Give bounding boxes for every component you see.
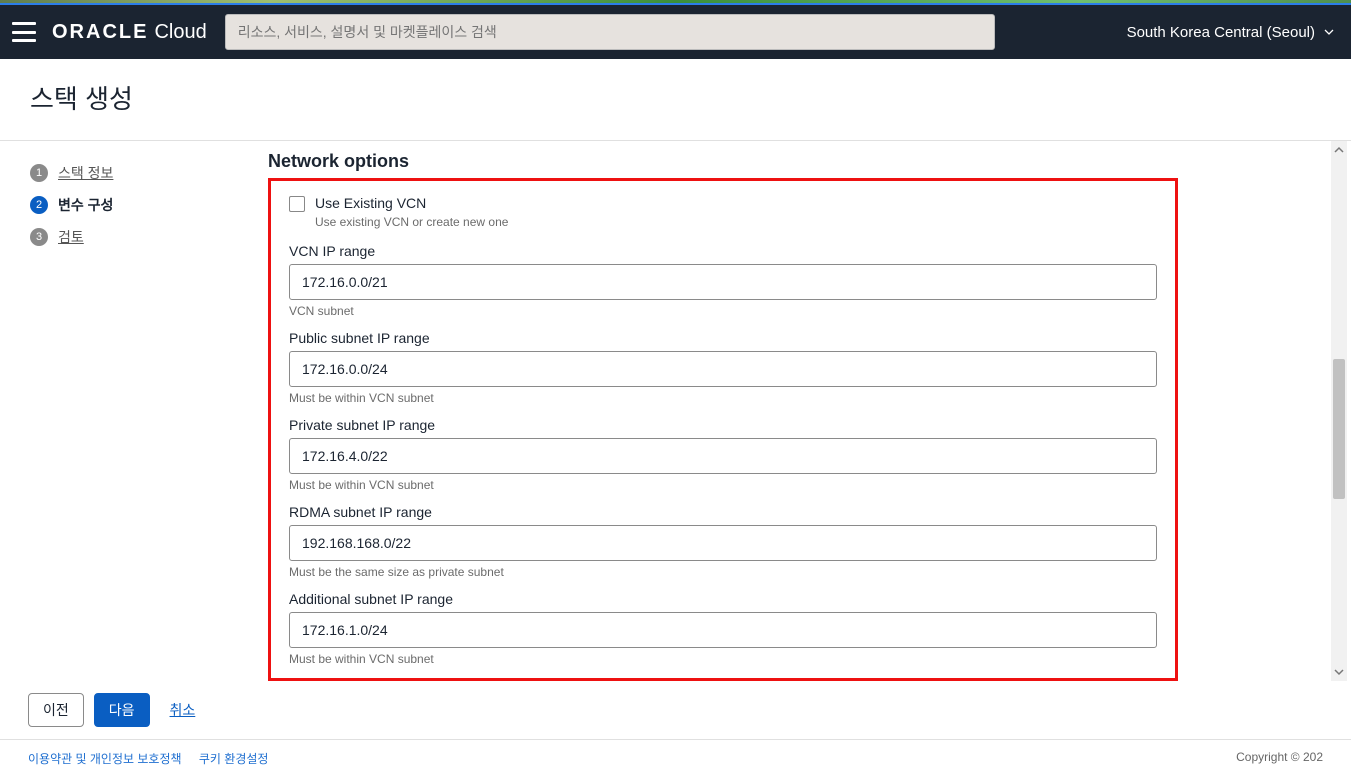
field-label: Private subnet IP range: [289, 417, 1157, 433]
hamburger-menu-icon[interactable]: [12, 22, 36, 42]
use-existing-vcn-label: Use Existing VCN: [315, 195, 426, 211]
step-label: 검토: [58, 227, 84, 247]
step-label: 스택 정보: [58, 163, 113, 183]
field-label: Public subnet IP range: [289, 330, 1157, 346]
step-configure-variables[interactable]: 2 변수 구성: [30, 195, 248, 215]
use-existing-vcn-help: Use existing VCN or create new one: [315, 215, 1157, 229]
logo-brand: ORACLE: [52, 21, 148, 44]
field-label: VCN IP range: [289, 243, 1157, 259]
region-label: South Korea Central (Seoul): [1127, 24, 1315, 41]
field-help: Must be within VCN subnet: [289, 652, 1157, 666]
field-help: VCN subnet: [289, 304, 1157, 318]
field-rdma-subnet-ip-range: RDMA subnet IP range Must be the same si…: [289, 504, 1157, 579]
wizard-steps: 1 스택 정보 2 변수 구성 3 검토: [0, 141, 268, 681]
private-subnet-ip-input[interactable]: [289, 438, 1157, 474]
step-label: 변수 구성: [58, 195, 113, 215]
additional-subnet-ip-input[interactable]: [289, 612, 1157, 648]
use-existing-vcn-checkbox[interactable]: [289, 196, 305, 212]
oracle-cloud-logo[interactable]: ORACLE Cloud: [52, 21, 207, 44]
field-help: Must be the same size as private subnet: [289, 565, 1157, 579]
scroll-down-icon[interactable]: [1331, 663, 1347, 681]
field-label: Additional subnet IP range: [289, 591, 1157, 607]
page-title-bar: 스택 생성: [0, 59, 1351, 141]
chevron-down-icon: [1323, 26, 1335, 38]
step-stack-info[interactable]: 1 스택 정보: [30, 163, 248, 183]
rdma-subnet-ip-input[interactable]: [289, 525, 1157, 561]
scroll-track[interactable]: [1331, 159, 1347, 663]
field-help: Must be within VCN subnet: [289, 391, 1157, 405]
network-options-highlight-box: Use Existing VCN Use existing VCN or cre…: [268, 178, 1178, 681]
global-header: ORACLE Cloud South Korea Central (Seoul): [0, 5, 1351, 59]
cookie-settings-link[interactable]: 쿠키 환경설정: [199, 752, 269, 766]
step-number: 1: [30, 164, 48, 182]
wizard-footer: 이전 다음 취소: [0, 681, 1351, 739]
field-private-subnet-ip-range: Private subnet IP range Must be within V…: [289, 417, 1157, 492]
section-title-network-options: Network options: [268, 151, 1327, 172]
form-scrollbar[interactable]: [1331, 141, 1347, 681]
next-button[interactable]: 다음: [94, 693, 150, 727]
region-selector[interactable]: South Korea Central (Seoul): [1127, 24, 1339, 41]
field-public-subnet-ip-range: Public subnet IP range Must be within VC…: [289, 330, 1157, 405]
logo-product: Cloud: [154, 21, 206, 44]
field-label: RDMA subnet IP range: [289, 504, 1157, 520]
step-number: 3: [30, 228, 48, 246]
cancel-link[interactable]: 취소: [170, 700, 196, 720]
vcn-ip-range-input[interactable]: [289, 264, 1157, 300]
global-search-input[interactable]: [225, 14, 995, 50]
step-review[interactable]: 3 검토: [30, 227, 248, 247]
previous-button[interactable]: 이전: [28, 693, 84, 727]
page-title: 스택 생성: [30, 79, 1321, 116]
public-subnet-ip-input[interactable]: [289, 351, 1157, 387]
form-panel: Network options Use Existing VCN Use exi…: [268, 141, 1351, 681]
field-help: Must be within VCN subnet: [289, 478, 1157, 492]
scroll-thumb[interactable]: [1333, 359, 1345, 499]
field-additional-subnet-ip-range: Additional subnet IP range Must be withi…: [289, 591, 1157, 666]
copyright-text: Copyright © 202: [1236, 750, 1323, 767]
field-vcn-ip-range: VCN IP range VCN subnet: [289, 243, 1157, 318]
terms-privacy-link[interactable]: 이용약관 및 개인정보 보호정책: [28, 752, 182, 766]
scroll-up-icon[interactable]: [1331, 141, 1347, 159]
step-number: 2: [30, 196, 48, 214]
legal-footer: 이용약관 및 개인정보 보호정책 쿠키 환경설정 Copyright © 202: [0, 739, 1351, 777]
